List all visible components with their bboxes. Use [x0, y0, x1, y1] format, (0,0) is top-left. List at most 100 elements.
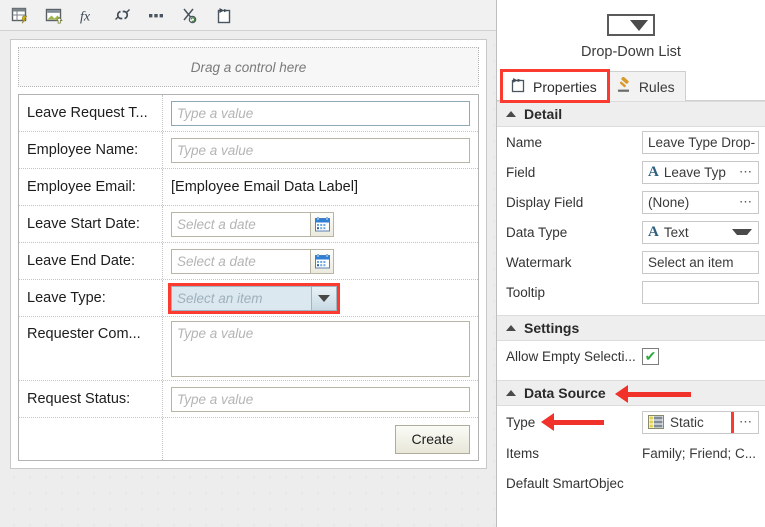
- calendar-icon[interactable]: [311, 211, 334, 237]
- field-label: Leave Request T...: [19, 95, 163, 131]
- create-button[interactable]: Create: [395, 424, 470, 454]
- cut-refresh-icon[interactable]: [176, 3, 204, 27]
- items-value[interactable]: Family; Friend; C...: [642, 446, 756, 461]
- property-value-cell: A Text: [642, 220, 759, 244]
- leave-request-title-input[interactable]: Type a value: [171, 100, 470, 126]
- property-label: Watermark: [506, 254, 572, 270]
- table-row: Create: [19, 418, 478, 460]
- type-ellipsis-button[interactable]: ⋯: [731, 411, 758, 433]
- section-title: Settings: [524, 320, 580, 336]
- display-field-field[interactable]: (None) ⋯: [642, 190, 759, 214]
- leave-type-dropdown[interactable]: Select an item: [168, 282, 340, 314]
- property-row-data-type: Data Type A Text: [497, 217, 765, 247]
- property-row-tooltip: Tooltip: [497, 277, 765, 307]
- ellipsis-icon[interactable]: [142, 3, 170, 27]
- dropzone-label: Drag a control here: [190, 59, 307, 75]
- field-label: Employee Email:: [19, 169, 163, 205]
- type-field[interactable]: Static ⋯: [642, 410, 759, 434]
- drop-down-list-icon: [607, 14, 655, 36]
- leave-end-date-picker[interactable]: Select a date: [171, 248, 334, 274]
- field-control-cell: Create: [163, 424, 478, 454]
- tooltip-field[interactable]: [642, 280, 759, 304]
- field-label: Leave End Date:: [19, 243, 163, 279]
- tab-properties[interactable]: Properties: [500, 69, 610, 103]
- employee-name-input[interactable]: Type a value: [171, 137, 470, 163]
- section-header-detail[interactable]: Detail: [497, 101, 765, 127]
- view-data-icon[interactable]: [6, 3, 34, 27]
- property-value-cell: Select an item: [642, 250, 759, 274]
- table-row: Request Status: Type a value: [19, 381, 478, 418]
- field-label: Requester Com...: [19, 317, 163, 380]
- broken-link-icon[interactable]: [108, 3, 136, 27]
- field-field-value: Leave Typ: [663, 164, 726, 180]
- property-label: Field: [506, 164, 536, 180]
- data-type-field[interactable]: A Text: [642, 220, 759, 244]
- calendar-icon[interactable]: [311, 248, 334, 274]
- property-label: Tooltip: [506, 284, 546, 300]
- property-row-items: Items Family; Friend; C...: [497, 438, 765, 468]
- field-label: Leave Type:: [19, 280, 163, 316]
- form-designer-canvas-pane: fx Drag a control here Leave Request T..…: [0, 0, 497, 527]
- design-surface[interactable]: Drag a control here Leave Request T... T…: [0, 31, 496, 527]
- name-field[interactable]: Leave Type Drop-: [642, 130, 759, 154]
- chevron-down-icon[interactable]: [732, 229, 752, 235]
- function-fx-icon[interactable]: fx: [74, 3, 102, 27]
- properties-pane: Drop-Down List Properties Rules Detail N…: [497, 0, 765, 527]
- field-control-cell: Type a value: [163, 137, 478, 163]
- property-label: Name: [506, 134, 543, 150]
- chevron-up-icon: [506, 390, 516, 396]
- k2-smartforms-designer: fx Drag a control here Leave Request T..…: [0, 0, 765, 527]
- leave-type-dropdown-value[interactable]: Select an item: [171, 285, 311, 311]
- leave-start-date-picker[interactable]: Select a date: [171, 211, 334, 237]
- leave-end-date-input[interactable]: Select a date: [171, 248, 311, 274]
- property-row-field: Field A Leave Typ ⋯: [497, 157, 765, 187]
- selected-control-name: Drop-Down List: [581, 44, 681, 60]
- display-field-value: (None): [648, 194, 690, 210]
- ellipsis-icon[interactable]: ⋯: [734, 164, 758, 180]
- section-header-data-source[interactable]: Data Source: [497, 380, 765, 406]
- table-row: Leave Start Date: Select a date: [19, 206, 478, 243]
- field-control-cell: Select an item: [163, 282, 478, 314]
- designer-toolbar: fx: [0, 0, 496, 31]
- chevron-down-icon[interactable]: [311, 285, 337, 311]
- type-value: Static: [670, 414, 704, 430]
- property-label: Default SmartObjec: [506, 475, 624, 491]
- requester-comments-textarea[interactable]: Type a value: [171, 320, 470, 377]
- ellipsis-icon[interactable]: ⋯: [734, 194, 758, 210]
- section-header-settings[interactable]: Settings: [497, 315, 765, 341]
- property-value-cell: A Leave Typ ⋯: [642, 160, 759, 184]
- table-row: Leave Type: Select an item: [19, 280, 478, 317]
- section-title: Data Source: [524, 385, 606, 401]
- tab-rules[interactable]: Rules: [607, 71, 686, 101]
- field-control-cell: Type a value: [163, 100, 478, 126]
- employee-email-data-label[interactable]: [Employee Email Data Label]: [171, 179, 358, 195]
- tab-properties-label: Properties: [533, 78, 597, 95]
- request-status-input[interactable]: Type a value: [171, 386, 470, 412]
- property-value-cell: Family; Friend; C...: [642, 446, 759, 461]
- section-title: Detail: [524, 106, 563, 122]
- form-sheet: Drag a control here Leave Request T... T…: [10, 39, 487, 469]
- image-upload-icon[interactable]: [40, 3, 68, 27]
- property-row-default-smartobject: Default SmartObjec: [497, 468, 765, 498]
- svg-text:fx: fx: [80, 9, 91, 24]
- static-list-icon: [648, 415, 664, 429]
- property-label: Items: [506, 445, 540, 461]
- table-row: Employee Name: Type a value: [19, 132, 478, 169]
- field-control-cell: Type a value: [163, 320, 478, 377]
- watermark-field[interactable]: Select an item: [642, 250, 759, 274]
- drag-control-dropzone[interactable]: Drag a control here: [18, 47, 479, 87]
- gavel-icon: [616, 76, 633, 96]
- allow-empty-selection-checkbox[interactable]: ✔: [642, 347, 659, 365]
- paste-icon[interactable]: [210, 3, 238, 27]
- selected-control-header: Drop-Down List: [497, 0, 765, 60]
- property-row-name: Name Leave Type Drop-: [497, 127, 765, 157]
- data-type-value: Text: [663, 224, 689, 240]
- field-field[interactable]: A Leave Typ ⋯: [642, 160, 759, 184]
- chevron-up-icon: [506, 111, 516, 117]
- leave-start-date-input[interactable]: Select a date: [171, 211, 311, 237]
- field-label: Request Status:: [19, 381, 163, 417]
- property-row-display-field: Display Field (None) ⋯: [497, 187, 765, 217]
- property-value-cell: (None) ⋯: [642, 190, 759, 214]
- table-row: Leave End Date: Select a date: [19, 243, 478, 280]
- field-label: Employee Name:: [19, 132, 163, 168]
